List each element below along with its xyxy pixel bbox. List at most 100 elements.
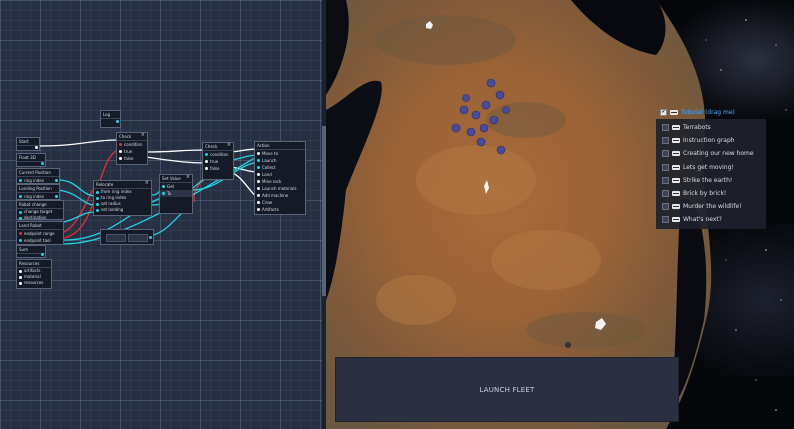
output-port[interactable] [55, 179, 58, 182]
port: ring index [17, 193, 59, 200]
port: Get [160, 183, 192, 190]
port: endpoint range [17, 230, 63, 237]
port-label: set radius [101, 201, 121, 206]
keyboard-icon [672, 204, 680, 210]
tutorial-item[interactable]: Brick by brick! [656, 187, 766, 200]
node-title: Relocate [94, 181, 151, 189]
node-title: Landing Position [17, 185, 59, 193]
tutorial-item[interactable]: Strike the earth! [656, 174, 766, 187]
checkbox[interactable] [662, 190, 669, 198]
close-icon[interactable]: × [145, 181, 149, 186]
node-float-3d[interactable]: Float 3D [16, 153, 46, 167]
port-label: Mine rock [262, 179, 282, 184]
keyboard-icon [672, 151, 680, 157]
port: Add machine [255, 192, 305, 199]
keyboard-icon [672, 164, 680, 170]
checkbox[interactable] [662, 150, 669, 158]
tutorial-item-label: Strike the earth! [683, 176, 733, 184]
node-action[interactable]: Action Move to Launch Collect Land Mine … [254, 141, 306, 215]
tutorial-item-label: Brick by brick! [683, 190, 727, 198]
keyboard-icon [670, 109, 678, 115]
output-port[interactable] [35, 146, 38, 149]
launch-fleet-button[interactable]: LAUNCH FLEET [335, 357, 679, 422]
tutorial-item[interactable]: Murder the wildlife! [656, 200, 766, 213]
tutorial-item[interactable]: What's next? [656, 213, 766, 226]
port-label: destination [24, 215, 47, 220]
port-label: resources [24, 280, 44, 285]
port-label: material [24, 274, 41, 279]
tutorial-header[interactable]: ✔ Tutorial (drag me) [660, 107, 735, 117]
port-label: Get [167, 184, 175, 189]
port-label: from ring index [101, 189, 132, 194]
node-graph-editor[interactable]: Log Start Check × condition true false F… [0, 0, 322, 429]
port: condition [117, 141, 147, 148]
keyboard-icon [672, 217, 680, 223]
port-label: false [210, 166, 220, 171]
port-label: Move to [262, 151, 279, 156]
node-title: Float 3D [17, 154, 45, 162]
tutorial-item-label: Instruction graph [683, 137, 735, 145]
node-check[interactable]: Check × condition true false [202, 142, 234, 180]
port: true [203, 158, 233, 165]
port: Artifacts [255, 206, 305, 213]
port: set landing [94, 207, 151, 213]
node-value[interactable] [100, 229, 154, 245]
checkbox[interactable] [662, 203, 669, 211]
port-label: endpoint tool [24, 238, 51, 243]
node-robot-change[interactable]: Robot change change target destination [16, 200, 64, 220]
port-label: change target [24, 209, 53, 214]
port-label: Add machine [262, 193, 289, 198]
checkbox[interactable] [662, 137, 669, 145]
node-log[interactable]: Log [100, 110, 121, 128]
value-field[interactable] [106, 234, 126, 242]
tutorial-item-label: What's next? [683, 216, 722, 224]
checkbox[interactable] [662, 163, 669, 171]
port-label: set landing [101, 207, 124, 212]
port: Move to [255, 150, 305, 157]
tutorial-item[interactable]: Lets get moving! [656, 161, 766, 174]
node-land-robot[interactable]: Land Robot endpoint range endpoint tool [16, 221, 64, 245]
close-icon[interactable]: × [141, 133, 145, 138]
node-start[interactable]: Start [16, 137, 40, 151]
tutorial-item[interactable]: Instruction graph [656, 134, 766, 147]
port: true [117, 148, 147, 155]
node-check[interactable]: Check × condition true false [116, 132, 148, 165]
port: Launch [255, 157, 305, 164]
output-port[interactable] [55, 195, 58, 198]
node-title: Land Robot [17, 222, 63, 230]
tutorial-item-label: Murder the wildlife! [683, 203, 742, 211]
node-resources[interactable]: Resources artifacts material resources [16, 259, 52, 289]
port: condition [203, 151, 233, 158]
port: Crew [255, 199, 305, 206]
output-port[interactable] [41, 253, 44, 256]
node-landing-position[interactable]: Landing Position ring index [16, 184, 60, 200]
port: endpoint tool [17, 237, 63, 244]
port-label: Land [262, 172, 272, 177]
value-field[interactable] [128, 234, 148, 242]
port: ring index [17, 177, 59, 184]
node-set-value[interactable]: Set Value × Get To [159, 174, 193, 214]
close-icon[interactable]: × [186, 175, 190, 180]
node-current-position[interactable]: Current Position ring index [16, 168, 60, 184]
output-port[interactable] [149, 236, 152, 239]
port: Collect [255, 164, 305, 171]
output-port[interactable] [41, 162, 44, 165]
port-label: artifacts [24, 268, 41, 273]
port-label: true [210, 159, 219, 164]
output-port[interactable] [116, 120, 119, 123]
node-title: Action [255, 142, 305, 150]
node-title: Current Position [17, 169, 59, 177]
tutorial-item[interactable]: Terrabots [656, 121, 766, 134]
tutorial-item[interactable]: Creating our new home [656, 147, 766, 160]
tutorial-toggle-checkbox[interactable]: ✔ [660, 108, 667, 116]
port: Land [255, 171, 305, 178]
close-icon[interactable]: × [227, 143, 231, 148]
node-relocate[interactable]: Relocate × from ring index to ring index… [93, 180, 152, 216]
game-viewport[interactable]: LAUNCH FLEET ✔ Tutorial (drag me) Terrab… [326, 0, 794, 429]
port: resources [17, 280, 51, 286]
checkbox[interactable] [662, 176, 669, 184]
checkbox[interactable] [662, 124, 669, 132]
node-sum[interactable]: Sum [16, 245, 46, 258]
checkbox[interactable] [662, 216, 669, 224]
launch-fleet-label: LAUNCH FLEET [479, 385, 535, 394]
